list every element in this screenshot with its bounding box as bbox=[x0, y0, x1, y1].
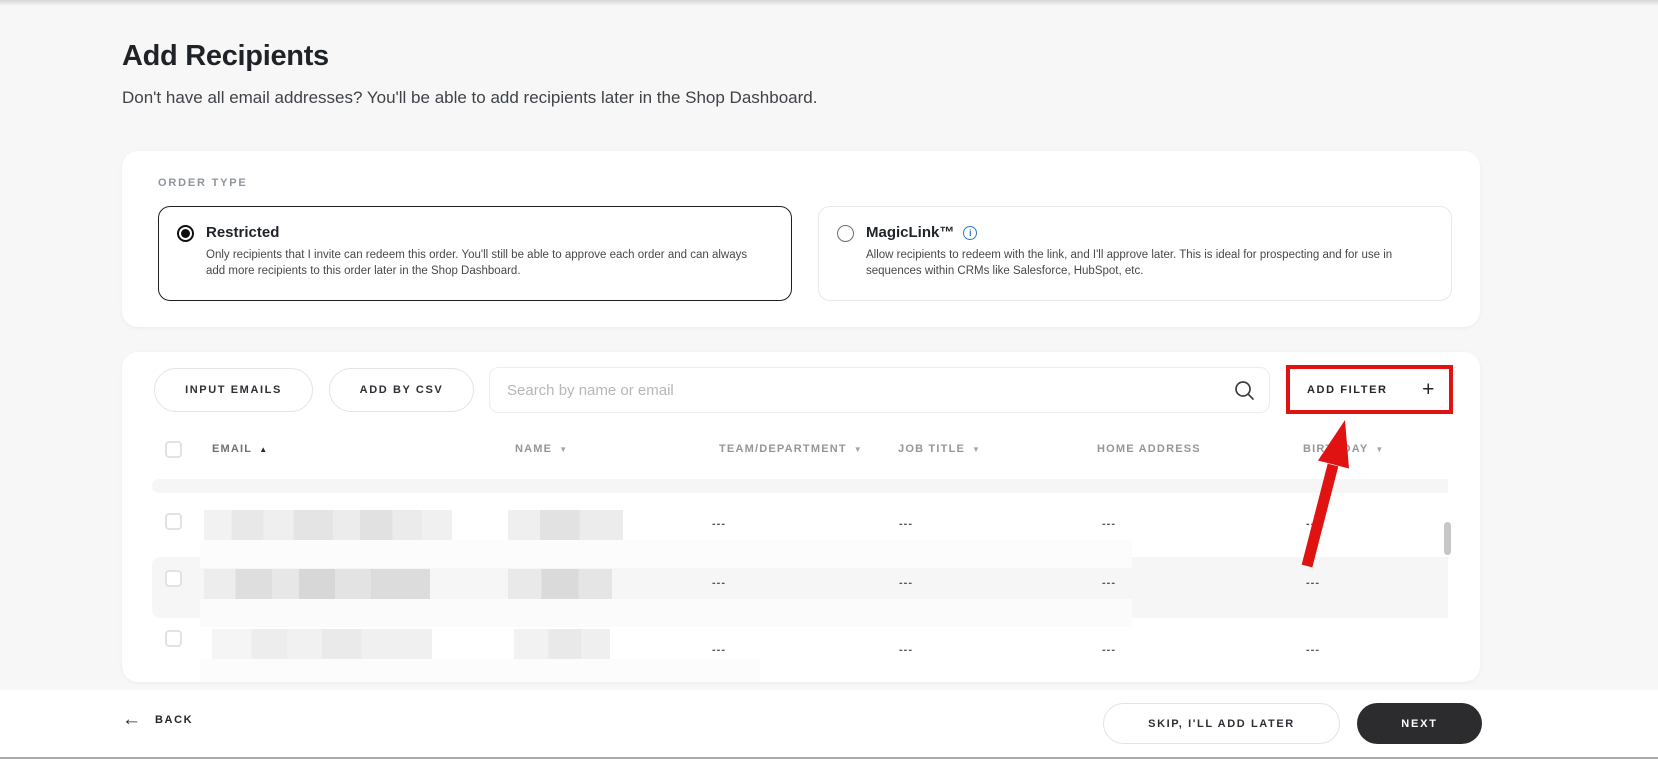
cell-job-title: --- bbox=[899, 644, 913, 656]
column-header-email[interactable]: EMAIL ▲ bbox=[212, 443, 268, 455]
page-title: Add Recipients bbox=[122, 40, 329, 73]
redacted-email-cell bbox=[212, 629, 432, 659]
cell-team-department: --- bbox=[712, 644, 726, 656]
option-title: Restricted bbox=[206, 224, 279, 241]
option-title: MagicLink™ bbox=[866, 224, 954, 241]
table-scrollbar[interactable] bbox=[1444, 522, 1451, 555]
redacted-email-cell bbox=[204, 569, 430, 599]
input-emails-button[interactable]: INPUT EMAILS bbox=[154, 368, 313, 412]
sort-desc-icon: ▼ bbox=[559, 445, 568, 454]
row-checkbox[interactable] bbox=[165, 630, 182, 647]
cell-team-department: --- bbox=[712, 518, 726, 530]
back-arrow-icon: ← bbox=[122, 710, 141, 729]
search-icon bbox=[1234, 380, 1255, 401]
row-checkbox[interactable] bbox=[165, 570, 182, 587]
add-by-csv-button[interactable]: ADD BY CSV bbox=[329, 368, 474, 412]
sort-desc-icon: ▼ bbox=[854, 445, 863, 454]
order-type-card: ORDER TYPE Restricted Only recipients th… bbox=[122, 151, 1480, 327]
add-filter-label: ADD FILTER bbox=[1307, 384, 1388, 396]
cell-job-title: --- bbox=[899, 577, 913, 589]
annotation-highlight-box: ADD FILTER + bbox=[1286, 365, 1453, 414]
next-button[interactable]: NEXT bbox=[1357, 703, 1482, 744]
column-header-team-department[interactable]: TEAM/DEPARTMENT ▼ bbox=[719, 443, 863, 455]
sort-asc-icon: ▲ bbox=[259, 445, 268, 454]
skip-button[interactable]: SKIP, I'LL ADD LATER bbox=[1103, 703, 1340, 744]
back-button[interactable]: ← BACK bbox=[122, 710, 193, 729]
footer-bar: ← BACK SKIP, I'LL ADD LATER NEXT bbox=[0, 690, 1658, 764]
redaction-blur bbox=[200, 540, 1132, 568]
search-input[interactable] bbox=[490, 368, 1269, 412]
order-type-option-magiclink[interactable]: MagicLink™ i Allow recipients to redeem … bbox=[818, 206, 1452, 301]
recipients-card: INPUT EMAILS ADD BY CSV ADD FILTER + EMA… bbox=[122, 352, 1480, 682]
redacted-name-cell bbox=[508, 510, 623, 540]
cell-birthday: --- bbox=[1306, 518, 1320, 530]
sort-desc-icon: ▼ bbox=[1375, 445, 1384, 454]
plus-icon: + bbox=[1422, 379, 1436, 400]
cell-birthday: --- bbox=[1306, 644, 1320, 656]
redaction-blur bbox=[200, 599, 1132, 627]
redacted-email-cell bbox=[204, 510, 452, 540]
add-recipients-screen: Add Recipients Don't have all email addr… bbox=[0, 0, 1658, 764]
row-checkbox[interactable] bbox=[165, 513, 182, 530]
cell-home-address: --- bbox=[1102, 644, 1116, 656]
option-description: Only recipients that I invite can redeem… bbox=[206, 248, 754, 279]
select-all-checkbox[interactable] bbox=[165, 441, 182, 458]
info-icon[interactable]: i bbox=[963, 226, 977, 240]
top-scroll-shadow bbox=[0, 0, 1658, 6]
radio-selected-icon[interactable] bbox=[177, 225, 194, 242]
partial-row-strip bbox=[152, 479, 1448, 493]
option-description: Allow recipients to redeem with the link… bbox=[866, 248, 1431, 279]
add-filter-button[interactable]: ADD FILTER + bbox=[1290, 369, 1449, 410]
radio-unselected-icon[interactable] bbox=[837, 225, 854, 242]
sort-desc-icon: ▼ bbox=[972, 445, 981, 454]
back-label: BACK bbox=[155, 714, 193, 726]
column-header-job-title[interactable]: JOB TITLE ▼ bbox=[898, 443, 981, 455]
redacted-name-cell bbox=[514, 629, 610, 659]
redaction-blur bbox=[200, 659, 760, 682]
cell-job-title: --- bbox=[899, 518, 913, 530]
page-subtitle: Don't have all email addresses? You'll b… bbox=[122, 88, 817, 108]
column-header-birthday[interactable]: BIRTHDAY ▼ bbox=[1303, 443, 1385, 455]
cell-home-address: --- bbox=[1102, 518, 1116, 530]
cell-team-department: --- bbox=[712, 577, 726, 589]
column-header-home-address: HOME ADDRESS bbox=[1097, 443, 1201, 455]
column-header-name[interactable]: NAME ▼ bbox=[515, 443, 568, 455]
bottom-divider bbox=[0, 757, 1658, 759]
cell-home-address: --- bbox=[1102, 577, 1116, 589]
cell-birthday: --- bbox=[1306, 577, 1320, 589]
order-type-option-restricted[interactable]: Restricted Only recipients that I invite… bbox=[158, 206, 792, 301]
order-type-label: ORDER TYPE bbox=[158, 177, 248, 189]
redacted-name-cell bbox=[508, 569, 612, 599]
search-field[interactable] bbox=[489, 367, 1270, 413]
